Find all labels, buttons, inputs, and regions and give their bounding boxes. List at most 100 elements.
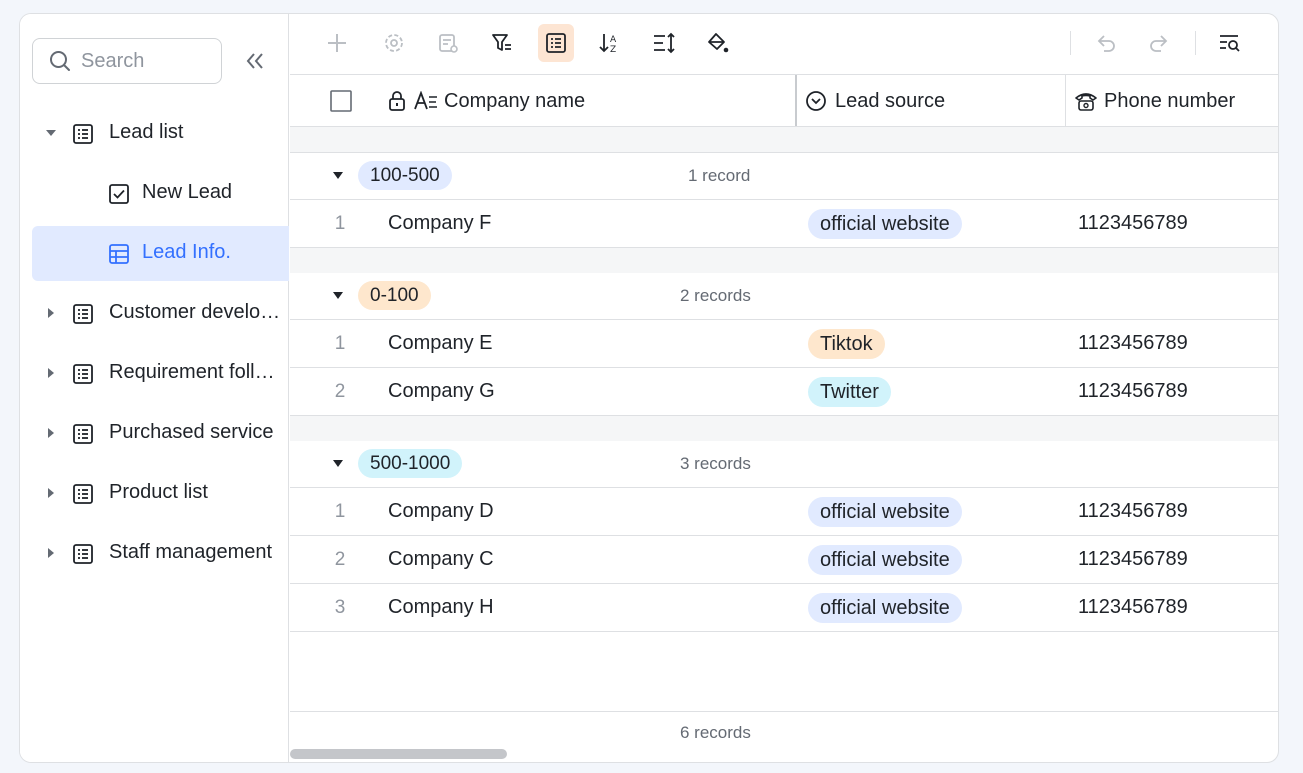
cell-company-name[interactable]: Company C — [388, 548, 494, 571]
table-row[interactable]: 3 Company H official website 1123456789 — [290, 584, 1278, 632]
select-all-checkbox[interactable] — [330, 75, 352, 127]
paint-bucket-icon — [708, 33, 729, 53]
caret-down-icon[interactable] — [332, 171, 344, 181]
tree-item-product-list[interactable]: Product list — [32, 466, 289, 521]
tree-item-purchased-service[interactable]: Purchased service — [32, 406, 289, 461]
table-row[interactable]: 1 Company F official website 1123456789 — [290, 200, 1278, 248]
group-header-row[interactable]: 100-500 1 record — [290, 153, 1278, 200]
data-grid: Company name Lead source Phone number 10… — [290, 74, 1278, 712]
caret-down-icon[interactable] — [45, 127, 57, 139]
cell-phone-number[interactable]: 1123456789 — [1078, 596, 1188, 619]
field-settings-icon — [439, 34, 458, 53]
undo-icon — [1097, 35, 1115, 52]
group-button[interactable] — [538, 24, 574, 62]
group-header-row[interactable]: 500-1000 3 records — [290, 441, 1278, 488]
group-spacer — [290, 127, 1278, 153]
cell-company-name[interactable]: Company H — [388, 596, 494, 619]
group-icon — [546, 33, 566, 53]
tree-item-label: Purchased service — [109, 421, 274, 443]
row-number: 1 — [334, 213, 346, 234]
table-icon — [73, 364, 93, 384]
field-settings-button[interactable] — [430, 24, 466, 62]
table-icon — [73, 424, 93, 444]
tree-item-label: Lead Info. — [142, 241, 231, 263]
grid-empty-area — [290, 632, 1278, 711]
app-window: Search Lead list New Lead Lead Info. Cus… — [19, 13, 1279, 763]
cell-phone-number[interactable]: 1123456789 — [1078, 500, 1188, 523]
group-tag: 100-500 — [358, 161, 452, 190]
tree-item-lead-info[interactable]: Lead Info. — [32, 226, 289, 281]
settings-button[interactable] — [376, 24, 412, 62]
filter-button[interactable] — [484, 24, 520, 62]
caret-right-icon[interactable] — [45, 307, 57, 319]
cell-lead-source-tag[interactable]: Twitter — [808, 377, 891, 407]
tree-item-label: Product list — [109, 481, 208, 503]
column-header-lead-source[interactable]: Lead source — [805, 75, 945, 127]
group-record-count: 3 records — [680, 454, 751, 473]
cell-lead-source-tag[interactable]: official website — [808, 593, 962, 623]
sort-button[interactable]: AZ — [592, 24, 628, 62]
tree-item-staff-management[interactable]: Staff management — [32, 526, 289, 581]
group-tag: 500-1000 — [358, 449, 463, 478]
tree-item-label: Requirement foll… — [109, 361, 275, 383]
table-row[interactable]: 1 Company E Tiktok 1123456789 — [290, 320, 1278, 368]
table-row[interactable]: 1 Company D official website 1123456789 — [290, 488, 1278, 536]
tree-item-new-lead[interactable]: New Lead — [32, 166, 289, 221]
table-icon — [73, 544, 93, 564]
column-header-phone-number[interactable]: Phone number — [1074, 75, 1235, 127]
cell-lead-source-tag[interactable]: official website — [808, 497, 962, 527]
redo-button[interactable] — [1141, 24, 1177, 62]
find-button[interactable] — [1212, 24, 1248, 62]
cell-company-name[interactable]: Company G — [388, 380, 495, 403]
caret-right-icon[interactable] — [45, 487, 57, 499]
collapse-sidebar-button[interactable] — [242, 48, 268, 74]
cell-lead-source-tag[interactable]: official website — [808, 545, 962, 575]
lock-icon — [389, 91, 405, 111]
group-header-row[interactable]: 0-100 2 records — [290, 273, 1278, 320]
table-row[interactable]: 2 Company G Twitter 1123456789 — [290, 368, 1278, 416]
search-input[interactable]: Search — [32, 38, 222, 84]
plus-icon — [328, 34, 346, 52]
double-chevron-left-icon — [246, 53, 263, 69]
phone-icon — [1075, 93, 1097, 111]
table-row[interactable]: 2 Company C official website 1123456789 — [290, 536, 1278, 584]
cell-phone-number[interactable]: 1123456789 — [1078, 548, 1188, 571]
sidebar: Search Lead list New Lead Lead Info. Cus… — [20, 14, 289, 762]
cell-lead-source-tag[interactable]: Tiktok — [808, 329, 885, 359]
add-record-button[interactable] — [319, 24, 355, 62]
cell-company-name[interactable]: Company F — [388, 212, 491, 235]
cell-lead-source-tag[interactable]: official website — [808, 209, 962, 239]
header-row: Company name Lead source Phone number — [290, 75, 1278, 127]
tree-item-customer-development[interactable]: Customer develo… — [32, 286, 289, 341]
cell-phone-number[interactable]: 1123456789 — [1078, 212, 1188, 235]
caret-right-icon[interactable] — [45, 547, 57, 559]
group-record-count: 2 records — [680, 286, 751, 305]
table-icon — [73, 124, 93, 144]
caret-down-icon[interactable] — [332, 291, 344, 301]
group-tag: 0-100 — [358, 281, 431, 310]
cell-phone-number[interactable]: 1123456789 — [1078, 380, 1188, 403]
toolbar-divider — [1195, 31, 1196, 55]
group-spacer — [290, 416, 1278, 442]
cell-company-name[interactable]: Company D — [388, 500, 494, 523]
column-header-label: Company name — [444, 89, 586, 112]
horizontal-scrollbar[interactable] — [290, 749, 507, 759]
cell-company-name[interactable]: Company E — [388, 332, 493, 355]
tree-item-label: Customer develo… — [109, 301, 281, 323]
search-records-icon — [1220, 35, 1240, 52]
total-record-count: 6 records — [680, 723, 751, 742]
column-header-company-name[interactable]: Company name — [388, 75, 585, 127]
table-icon — [73, 484, 93, 504]
caret-right-icon[interactable] — [45, 367, 57, 379]
tree-item-requirement-follow[interactable]: Requirement foll… — [32, 346, 289, 401]
row-height-button[interactable] — [646, 24, 682, 62]
undo-button[interactable] — [1088, 24, 1124, 62]
cell-phone-number[interactable]: 1123456789 — [1078, 332, 1188, 355]
fill-color-button[interactable] — [700, 24, 736, 62]
caret-right-icon[interactable] — [45, 427, 57, 439]
row-number: 1 — [334, 501, 346, 522]
main-area: AZ Company name Lead source Phone number… — [290, 14, 1278, 762]
tree-item-lead-list[interactable]: Lead list — [32, 106, 289, 161]
caret-down-icon[interactable] — [332, 459, 344, 469]
grid-view-icon — [109, 244, 129, 264]
